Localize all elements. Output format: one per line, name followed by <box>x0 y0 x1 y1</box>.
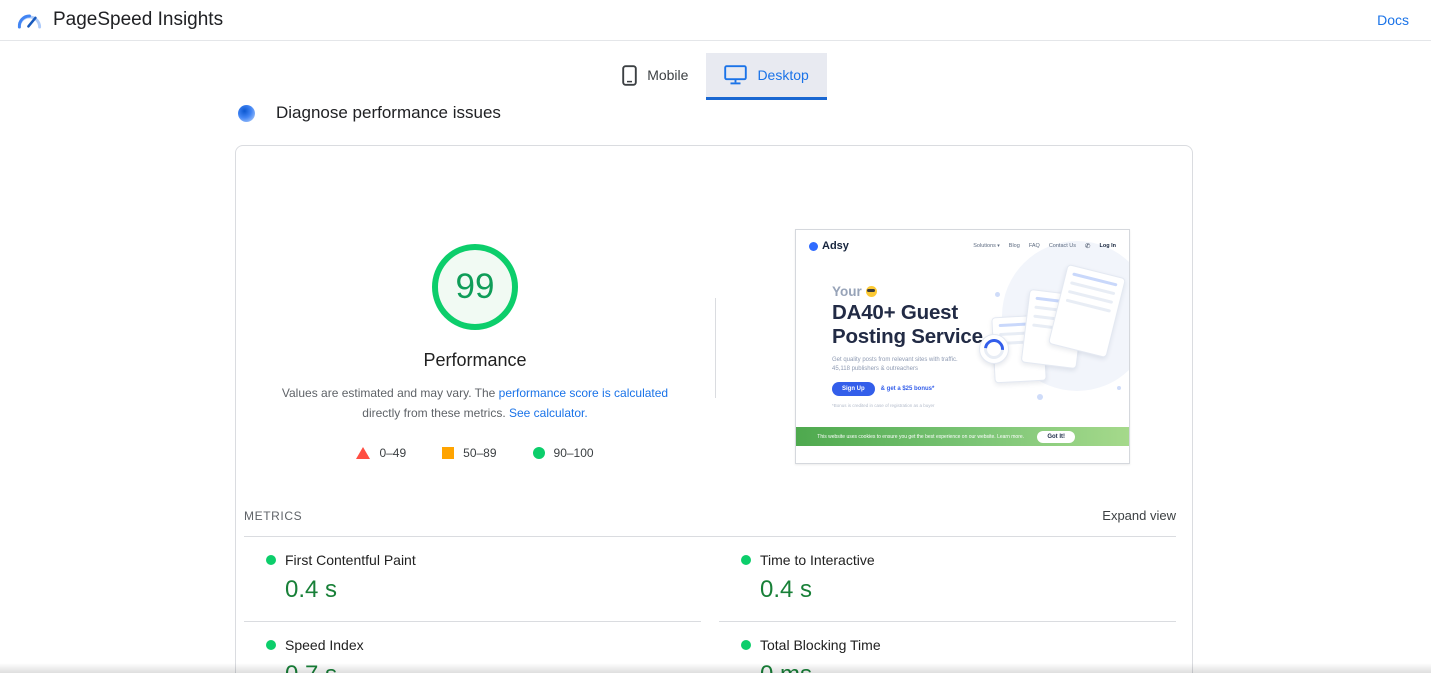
metric-value: 0.7 s <box>285 661 701 673</box>
metrics-title: METRICS <box>244 509 303 523</box>
pass-dot-icon <box>266 640 276 650</box>
score-panel: 99 Performance Values are estimated and … <box>236 146 1192 498</box>
sunglasses-emoji-icon <box>865 286 877 297</box>
preview-intro: Your <box>832 284 992 299</box>
preview-illustration <box>977 241 1129 438</box>
preview-phone-icon <box>1085 242 1090 250</box>
device-tabs: Mobile Desktop <box>0 53 1431 100</box>
pass-circle-icon <box>532 446 545 459</box>
disclaimer-text-1: Values are estimated and may vary. The <box>281 386 499 400</box>
pass-dot-icon <box>266 555 276 565</box>
tab-desktop-label: Desktop <box>757 67 809 83</box>
preview-subtext: Get quality posts from relevant sites wi… <box>832 356 958 372</box>
preview-nav-login: Log In <box>1099 243 1117 249</box>
metric-total-blocking-time: Total Blocking Time 0 ms <box>719 622 1176 673</box>
preview-nav-blog: Blog <box>1008 243 1020 249</box>
report-card: 99 Performance Values are estimated and … <box>235 145 1193 673</box>
preview-nav-contact: Contact Us <box>1048 243 1077 249</box>
page-screenshot-preview: Adsy Solutions Blog FAQ Contact Us Log I… <box>795 229 1130 464</box>
preview-cookie-banner: This website uses cookies to ensure you … <box>796 427 1129 446</box>
preview-nav-faq: FAQ <box>1028 243 1040 249</box>
preview-hero: Your DA40+ Guest Posting Service Get qua… <box>796 241 1129 446</box>
pass-dot-icon <box>741 640 751 650</box>
performance-label: Performance <box>423 350 527 370</box>
app-title: PageSpeed Insights <box>53 9 224 30</box>
legend-item-average: 50–89 <box>442 445 497 460</box>
average-square-icon <box>442 446 455 459</box>
preview-headline: DA40+ Guest Posting Service <box>832 301 983 348</box>
preview-intro-text: Your <box>832 284 862 299</box>
metrics-header: METRICS Expand view <box>244 498 1176 537</box>
preview-nav-solutions: Solutions <box>973 243 1000 249</box>
expand-view-button[interactable]: Expand view <box>1102 508 1176 523</box>
section-title: Diagnose performance issues <box>276 103 501 122</box>
pass-dot-icon <box>741 555 751 565</box>
see-calculator-link[interactable]: See calculator. <box>509 406 588 420</box>
metric-speed-index: Speed Index 0.7 s <box>244 622 701 673</box>
preview-cookie-text: This website uses cookies to ensure you … <box>817 433 1025 440</box>
legend-average-range: 50–89 <box>463 445 497 460</box>
vertical-divider <box>715 298 716 398</box>
preview-cta-row: Sign Up & get a $25 bonus* <box>832 381 992 396</box>
fail-triangle-icon <box>356 446 371 459</box>
docs-link[interactable]: Docs <box>1377 12 1409 28</box>
score-column: 99 Performance Values are estimated and … <box>236 146 714 460</box>
preview-signup-button: Sign Up <box>832 381 875 396</box>
preview-brand: Adsy <box>809 240 849 252</box>
preview-navbar: Adsy Solutions Blog FAQ Contact Us Log I… <box>796 230 1129 262</box>
preview-brand-name: Adsy <box>822 240 849 252</box>
metric-first-contentful-paint: First Contentful Paint 0.4 s <box>244 537 701 622</box>
tab-mobile[interactable]: Mobile <box>604 53 706 100</box>
legend-item-fail: 0–49 <box>356 446 406 460</box>
legend-fail-range: 0–49 <box>379 445 407 460</box>
preview-nav: Solutions Blog FAQ Contact Us Log In <box>973 242 1116 250</box>
preview-dot-shape <box>995 292 1000 297</box>
tab-desktop[interactable]: Desktop <box>706 53 827 100</box>
metric-value: 0.4 s <box>285 576 338 603</box>
preview-gotit-button: Got It! <box>1037 430 1075 443</box>
pagespeed-logo-icon <box>16 7 43 34</box>
performance-score-value: 99 <box>455 267 495 306</box>
preview-footnote: *Bonus is credited in case of registrati… <box>832 402 935 408</box>
score-disclaimer: Values are estimated and may vary. The p… <box>269 383 681 424</box>
metric-value: 0.4 s <box>760 576 813 603</box>
metric-label: Time to Interactive <box>760 552 875 568</box>
metric-time-to-interactive: Time to Interactive 0.4 s <box>719 537 1176 622</box>
disclaimer-text-2: directly from these metrics. <box>362 406 509 421</box>
preview-hero-copy: Your DA40+ Guest Posting Service Get qua… <box>832 284 992 408</box>
app-header: PageSpeed Insights Docs <box>0 0 1431 41</box>
preview-bonus-text: & get a $25 bonus* <box>880 385 935 392</box>
preview-dot-shape <box>1117 386 1121 390</box>
preview-dot-shape <box>1037 394 1043 400</box>
desktop-monitor-icon <box>724 65 748 85</box>
legend-item-pass: 90–100 <box>532 445 594 460</box>
preview-brand-logo-icon <box>809 241 818 251</box>
metrics-grid: First Contentful Paint 0.4 s Time to Int… <box>244 537 1176 673</box>
metric-value: 0 ms <box>760 661 1176 673</box>
tab-mobile-label: Mobile <box>647 67 689 83</box>
mobile-phone-icon <box>622 64 637 86</box>
score-calculation-link[interactable]: performance score is calculated <box>499 386 668 400</box>
legend-pass-range: 90–100 <box>553 445 594 460</box>
metric-label: First Contentful Paint <box>285 552 416 568</box>
metric-label: Speed Index <box>285 637 364 653</box>
diagnose-sphere-icon <box>238 104 255 122</box>
diagnose-section-header: Diagnose performance issues <box>238 102 1431 124</box>
score-legend: 0–49 50–89 90–100 <box>356 445 594 460</box>
performance-score-gauge[interactable]: 99 <box>432 244 518 330</box>
metric-label: Total Blocking Time <box>760 637 881 653</box>
